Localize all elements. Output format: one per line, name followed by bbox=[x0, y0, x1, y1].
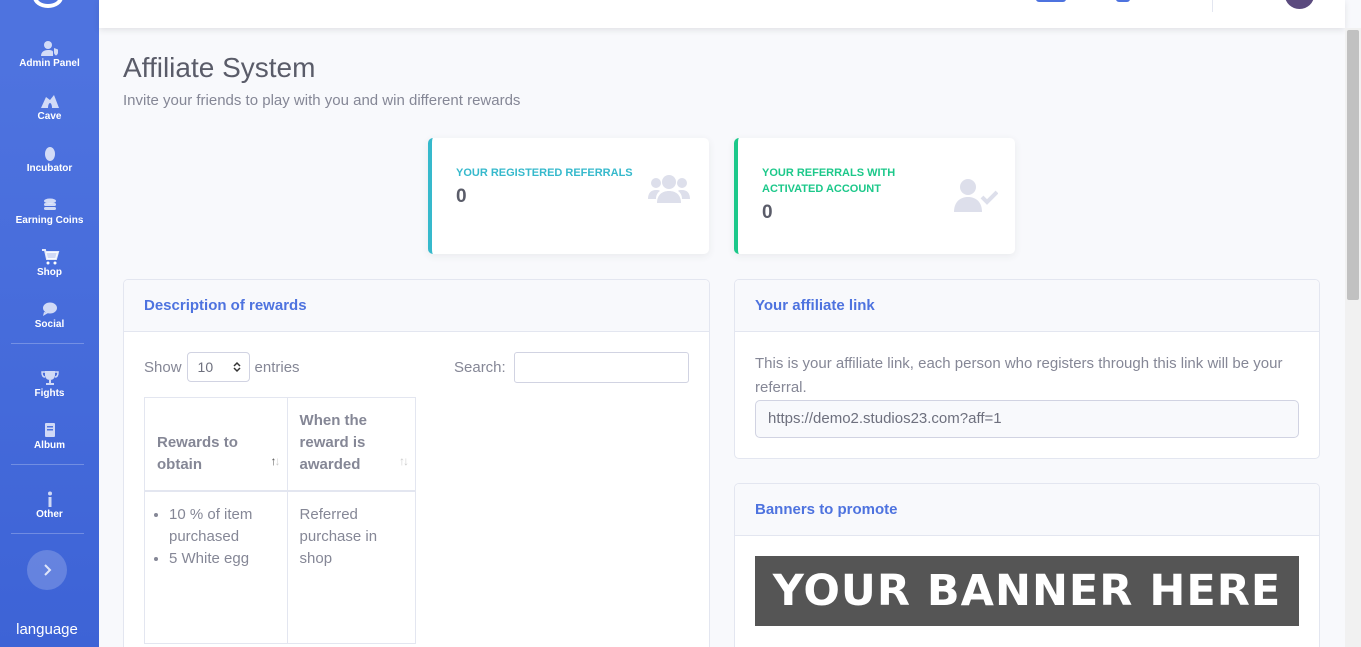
sidebar-divider bbox=[11, 533, 84, 534]
sidebar-item-label: Shop bbox=[37, 267, 62, 278]
sidebar-item-label: Social bbox=[34, 319, 65, 330]
entries-select[interactable]: 10 bbox=[186, 352, 250, 382]
sidebar: Admin Panel Cave Incubator Earning Coins… bbox=[0, 0, 99, 647]
sidebar-item-other[interactable]: Other bbox=[0, 491, 99, 520]
egg-icon bbox=[44, 147, 55, 161]
sidebar-item-label: Fights bbox=[34, 388, 65, 399]
table-cell-rewards: 10 % of item purchased 5 White egg bbox=[144, 490, 288, 644]
stat-title: Your referrals with activated account bbox=[762, 167, 896, 195]
column-header-when-awarded[interactable]: When the reward is awarded ↑↓ bbox=[286, 397, 417, 492]
affiliate-link-field[interactable]: https://demo2.studios23.com?aff=1 bbox=[755, 400, 1299, 438]
user-shield-icon bbox=[40, 41, 58, 56]
sort-asc-icon: ↑↓ bbox=[270, 454, 281, 468]
show-label: Show bbox=[144, 358, 182, 376]
table-search: Search: bbox=[454, 352, 689, 383]
select-arrows-icon bbox=[233, 361, 241, 373]
sidebar-item-incubator[interactable]: Incubator bbox=[0, 145, 99, 174]
scrollbar-thumb[interactable] bbox=[1347, 30, 1359, 300]
book-icon bbox=[44, 423, 55, 437]
sidebar-item-earning-coins[interactable]: Earning Coins bbox=[0, 197, 99, 226]
coins-icon bbox=[43, 198, 56, 210]
banners-card: Banners to promote YOUR BANNER HERE bbox=[734, 483, 1320, 647]
search-input[interactable] bbox=[513, 352, 689, 383]
page-subtitle: Invite your friends to play with you and… bbox=[123, 92, 521, 109]
rewards-table: Rewards to obtain ↑↓ When the reward is … bbox=[144, 397, 417, 644]
column-header-rewards[interactable]: Rewards to obtain ↑↓ bbox=[144, 397, 288, 492]
sidebar-item-album[interactable]: Album bbox=[0, 422, 99, 451]
sidebar-item-social[interactable]: Social bbox=[0, 301, 99, 330]
sidebar-item-label: Admin Panel bbox=[19, 58, 80, 69]
sort-both-icon: ↑↓ bbox=[399, 454, 409, 468]
sidebar-toggle-button[interactable] bbox=[27, 550, 67, 590]
chevron-right-icon bbox=[44, 564, 52, 576]
affiliate-description: This is your affiliate link, each person… bbox=[755, 355, 1283, 396]
column-header-label: When the reward is awarded bbox=[299, 412, 368, 473]
entries-length-control: Show 10 entries bbox=[144, 352, 300, 382]
info-icon bbox=[47, 491, 52, 507]
stat-title: Your registered referrals bbox=[456, 167, 633, 179]
sidebar-item-shop[interactable]: Shop bbox=[0, 249, 99, 278]
entries-label: entries bbox=[254, 358, 300, 376]
affiliate-link-card: Your affiliate link This is your affilia… bbox=[734, 279, 1320, 459]
language-selector[interactable]: language bbox=[0, 621, 94, 638]
sidebar-item-label: Other bbox=[36, 509, 63, 520]
stat-card-activated-referrals: Your referrals with activated account 0 bbox=[734, 138, 1015, 254]
messages-badge[interactable] bbox=[1116, 0, 1130, 2]
sidebar-divider bbox=[11, 464, 84, 465]
user-check-icon bbox=[954, 179, 998, 212]
trophy-icon bbox=[40, 371, 59, 385]
reward-item: 5 White egg bbox=[169, 548, 275, 570]
entries-select-value: 10 bbox=[197, 359, 214, 375]
page-title: Affiliate System bbox=[123, 52, 316, 83]
stat-value: 0 bbox=[762, 202, 773, 223]
users-icon bbox=[648, 175, 690, 203]
column-header-label: Rewards to obtain bbox=[157, 434, 238, 473]
topbar-divider bbox=[1212, 0, 1213, 12]
rewards-card: Description of rewards Show 10 entries S… bbox=[123, 279, 710, 647]
stat-card-registered-referrals: Your registered referrals 0 bbox=[428, 138, 709, 254]
affiliate-card-header: Your affiliate link bbox=[735, 280, 1319, 332]
promo-banner[interactable]: YOUR BANNER HERE bbox=[755, 556, 1299, 626]
comment-icon bbox=[42, 302, 57, 316]
rewards-card-header: Description of rewards bbox=[124, 280, 709, 332]
stat-value: 0 bbox=[456, 186, 467, 207]
banners-card-header: Banners to promote bbox=[735, 484, 1319, 536]
sidebar-item-fights[interactable]: Fights bbox=[0, 370, 99, 399]
search-label: Search: bbox=[454, 359, 506, 376]
sidebar-divider bbox=[11, 343, 84, 344]
table-row: 10 % of item purchased 5 White egg Refer… bbox=[144, 490, 417, 644]
sidebar-item-cave[interactable]: Cave bbox=[0, 93, 99, 122]
cave-icon bbox=[40, 95, 59, 108]
sidebar-item-label: Album bbox=[33, 440, 66, 451]
shopping-cart-icon bbox=[41, 249, 59, 265]
sidebar-item-admin-panel[interactable]: Admin Panel bbox=[0, 40, 99, 69]
sidebar-item-label: Incubator bbox=[26, 163, 73, 174]
table-cell-when: Referred purchase in shop bbox=[286, 490, 417, 644]
topbar bbox=[99, 0, 1345, 28]
brand-logo-icon[interactable] bbox=[33, 0, 63, 8]
alerts-badge[interactable] bbox=[1036, 0, 1066, 2]
sidebar-item-label: Cave bbox=[37, 111, 62, 122]
sidebar-item-label: Earning Coins bbox=[15, 215, 84, 226]
reward-item: 10 % of item purchased bbox=[169, 504, 275, 548]
avatar[interactable] bbox=[1285, 0, 1314, 9]
